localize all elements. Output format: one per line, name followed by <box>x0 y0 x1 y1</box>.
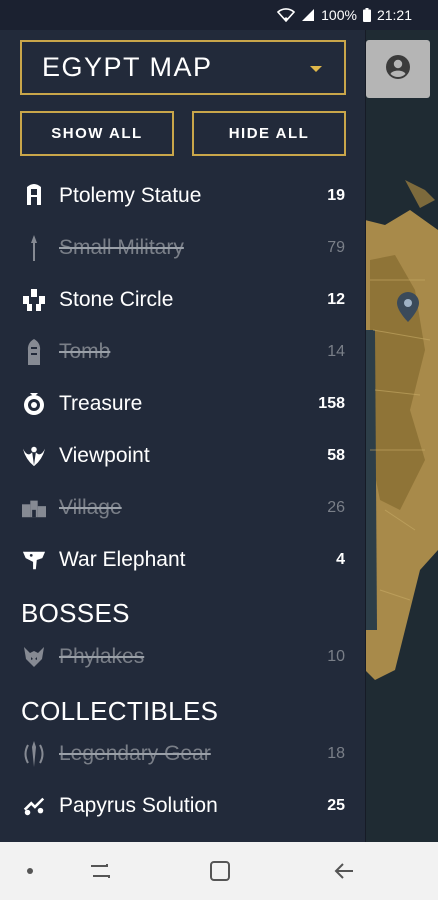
category-label: Tomb <box>59 340 111 363</box>
papyrus-solution-icon <box>22 793 46 819</box>
caret-down-icon <box>310 66 322 72</box>
map-selector-label: EGYPT MAP <box>42 52 213 82</box>
stone-circle-icon <box>22 287 46 313</box>
category-count: 79 <box>327 239 345 256</box>
war-elephant-icon <box>22 547 46 573</box>
category-label: Small Military <box>59 236 184 259</box>
status-bar: 100% 21:21 <box>0 0 438 30</box>
recent-apps-icon[interactable] <box>82 842 118 900</box>
bosses-heading: BOSSES <box>21 598 130 628</box>
category-row-treasure[interactable]: Treasure 158 <box>0 384 366 424</box>
category-row-ptolemy-statue[interactable]: Ptolemy Statue 19 <box>0 176 366 216</box>
category-label: Ptolemy Statue <box>59 184 202 207</box>
account-button[interactable] <box>366 40 430 98</box>
category-row-papyrus-solution[interactable]: Papyrus Solution 25 <box>0 786 366 826</box>
battery-percent: 100% <box>321 7 357 23</box>
category-label: Viewpoint <box>59 444 150 467</box>
category-label: Treasure <box>59 392 143 415</box>
system-nav-bar <box>0 842 438 900</box>
tomb-icon <box>22 339 46 365</box>
battery-icon <box>362 8 371 22</box>
map-view[interactable] <box>365 30 438 842</box>
category-label: Phylakes <box>59 645 145 668</box>
category-row-small-military[interactable]: Small Military 79 <box>0 228 366 268</box>
status-time: 21:21 <box>376 7 412 23</box>
category-label: Papyrus Solution <box>59 794 218 817</box>
category-row-war-elephant[interactable]: War Elephant 4 <box>0 540 366 580</box>
category-row-phylakes[interactable]: Phylakes 10 <box>0 637 366 677</box>
category-count: 58 <box>327 447 345 464</box>
village-icon <box>22 495 46 521</box>
signal-icon <box>301 8 315 22</box>
nav-dot-icon[interactable] <box>18 842 42 900</box>
category-label: Legendary Gear <box>59 742 211 765</box>
legendary-gear-icon <box>22 741 46 767</box>
account-icon <box>385 54 411 85</box>
small-military-icon <box>22 235 46 261</box>
category-count: 19 <box>327 187 345 204</box>
category-label: Stone Circle <box>59 288 174 311</box>
category-count: 12 <box>327 291 345 308</box>
category-count: 14 <box>327 343 345 360</box>
category-row-viewpoint[interactable]: Viewpoint 58 <box>0 436 366 476</box>
category-row-legendary-gear[interactable]: Legendary Gear 18 <box>0 734 366 774</box>
category-count: 26 <box>327 499 345 516</box>
treasure-icon <box>22 391 46 417</box>
category-count: 4 <box>336 551 345 568</box>
ptolemy-statue-icon <box>22 183 46 209</box>
viewpoint-icon <box>22 443 46 469</box>
hide-all-button[interactable]: HIDE ALL <box>192 111 346 156</box>
category-count: 158 <box>318 395 345 412</box>
show-all-button[interactable]: SHOW ALL <box>20 111 174 156</box>
category-count: 25 <box>327 797 345 814</box>
category-label: Village <box>59 496 122 519</box>
category-count: 18 <box>327 745 345 762</box>
collectibles-heading: COLLECTIBLES <box>21 696 219 726</box>
category-row-stone-circle[interactable]: Stone Circle 12 <box>0 280 366 320</box>
map-selector-dropdown[interactable]: EGYPT MAP <box>20 40 346 95</box>
phylakes-icon <box>22 644 46 670</box>
category-label: War Elephant <box>59 548 186 571</box>
map-terrain <box>365 30 438 842</box>
category-count: 10 <box>327 648 345 665</box>
back-icon[interactable] <box>326 842 362 900</box>
wifi-icon <box>277 8 296 22</box>
home-icon[interactable] <box>202 842 238 900</box>
category-row-village[interactable]: Village 26 <box>0 488 366 528</box>
category-row-tomb[interactable]: Tomb 14 <box>0 332 366 372</box>
category-drawer: EGYPT MAP SHOW ALL HIDE ALL Ptolemy Stat… <box>0 30 366 842</box>
